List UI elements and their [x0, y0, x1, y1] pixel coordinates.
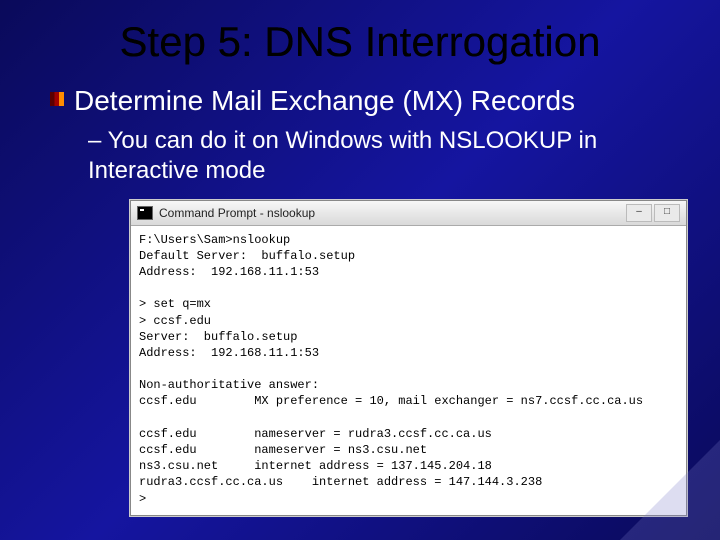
- cmd-icon: [137, 206, 153, 220]
- corner-accent: [620, 440, 720, 540]
- slide: Step 5: DNS Interrogation Determine Mail…: [0, 0, 720, 516]
- terminal-output: F:\Users\Sam>nslookup Default Server: bu…: [131, 226, 686, 515]
- window-titlebar: Command Prompt - nslookup – □: [131, 201, 686, 226]
- bullet-level2: – You can do it on Windows with NSLOOKUP…: [88, 126, 680, 186]
- bullet-square-icon: [50, 92, 64, 106]
- maximize-button[interactable]: □: [654, 204, 680, 222]
- command-prompt-window: Command Prompt - nslookup – □ F:\Users\S…: [130, 200, 687, 516]
- bullet-level1: Determine Mail Exchange (MX) Records: [50, 84, 680, 118]
- window-controls: – □: [626, 204, 680, 222]
- slide-title: Step 5: DNS Interrogation: [40, 18, 680, 66]
- minimize-button[interactable]: –: [626, 204, 652, 222]
- window-title-text: Command Prompt - nslookup: [159, 206, 315, 220]
- bullet-text: Determine Mail Exchange (MX) Records: [74, 84, 575, 118]
